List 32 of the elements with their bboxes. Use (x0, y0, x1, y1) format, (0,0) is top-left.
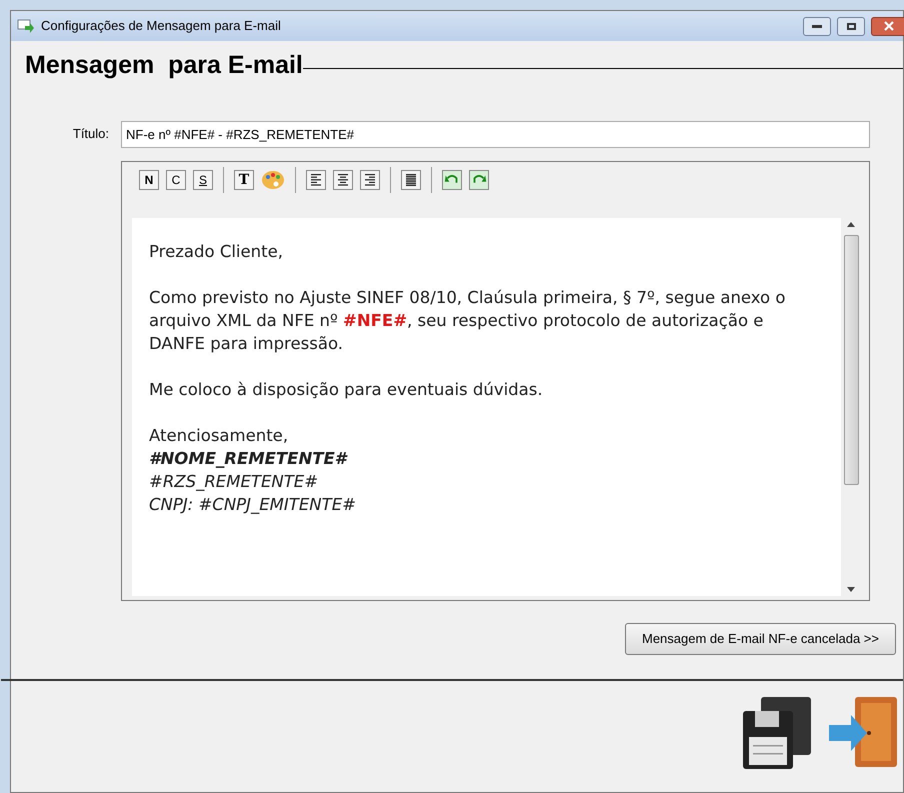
close-button[interactable] (871, 16, 904, 36)
cancelled-message-button[interactable]: Mensagem de E-mail NF-e cancelada >> (624, 622, 896, 654)
message-text: Prezado Cliente, (149, 240, 284, 262)
message-text: #NOME_REMETENTE# (149, 448, 348, 470)
format-button[interactable]: C (166, 170, 186, 190)
palette-icon[interactable] (261, 168, 285, 190)
message-text: #RZS_REMETENTE# (149, 470, 320, 492)
save-icon[interactable] (743, 696, 813, 768)
minimize-button[interactable] (803, 16, 831, 36)
scroll-down-icon[interactable] (847, 586, 855, 592)
format-button[interactable]: T (234, 170, 254, 190)
align-icon[interactable] (333, 170, 353, 190)
message-text: Me coloco à disposição para eventuais dúvidas. (149, 378, 544, 400)
format-button[interactable]: N (139, 170, 159, 190)
close-icon (884, 21, 894, 31)
undo-icon[interactable] (442, 170, 462, 190)
align-icon[interactable] (306, 170, 326, 190)
scroll-up-icon[interactable] (847, 222, 855, 226)
window-title: Configurações de Mensagem para E-mail (41, 17, 281, 36)
message-text: Como previsto no Ajuste SINEF 08/10, Claúsula primeira, § 7º, segue anexo o arquivo XML da NFE nº #NFE#, seu respectivo protocolo de autorização e DANFE para impressão. (149, 286, 786, 354)
maximize-button[interactable] (837, 16, 865, 36)
section-heading: Mensagem para E-mail (25, 50, 303, 81)
mail-arrow-icon (17, 18, 35, 34)
format-button[interactable]: S (193, 170, 213, 190)
message-text: CNPJ: #CNPJ_EMITENTE# (149, 494, 357, 516)
field-label: Título: (72, 125, 109, 144)
title-field[interactable]: NF-e nº #NFE# - #RZS_REMETENTE# (121, 120, 870, 148)
redo-icon[interactable] (469, 170, 489, 190)
align-icon[interactable] (401, 170, 421, 190)
message-text: Atenciosamente, (149, 424, 290, 446)
exit-door-icon[interactable] (827, 696, 899, 768)
align-icon[interactable] (360, 170, 380, 190)
